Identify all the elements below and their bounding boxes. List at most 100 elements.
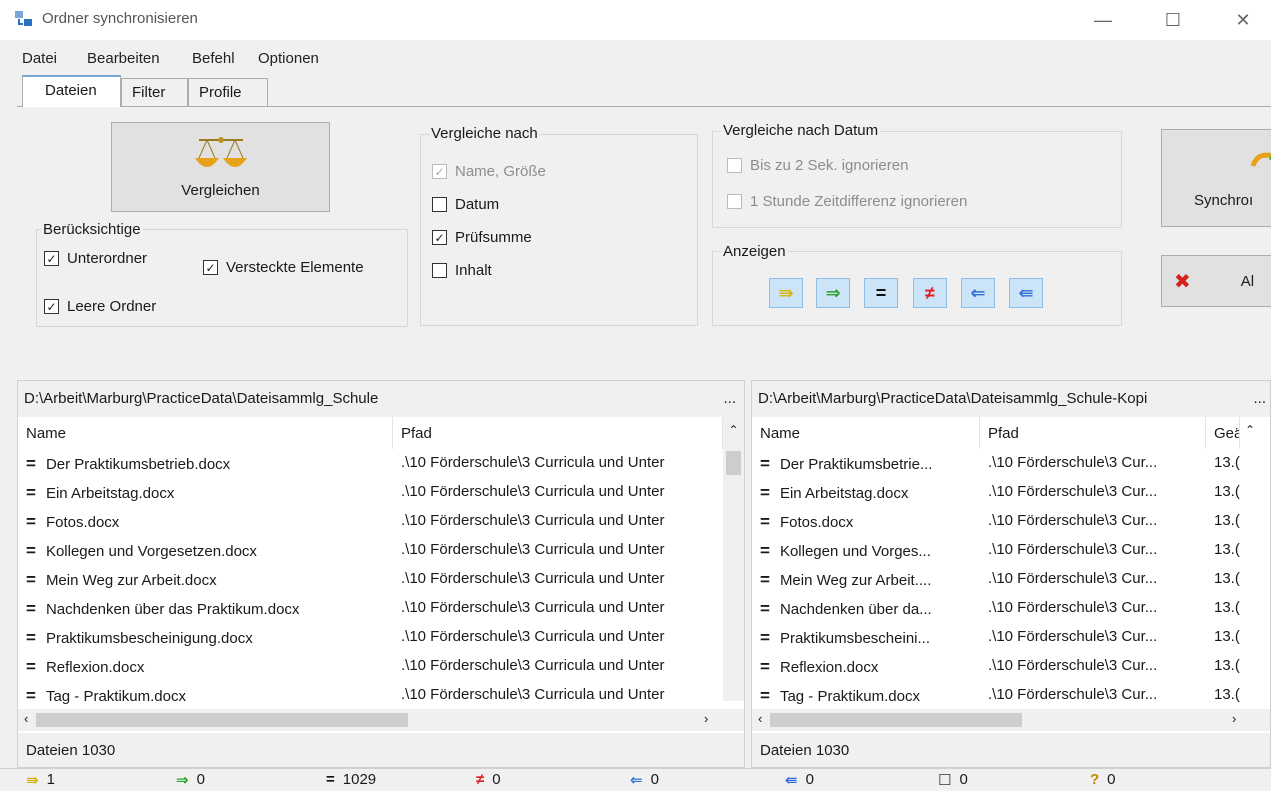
- table-row[interactable]: = Mein Weg zur Arbeit.docx .\10 Förderschu…: [18, 565, 744, 594]
- left-status: Dateien 1030: [18, 733, 744, 767]
- checkbox-checked-icon: ✓: [203, 260, 218, 275]
- right-hscroll-thumb[interactable]: [770, 713, 1022, 727]
- table-row[interactable]: = Kollegen und Vorges... .\10 Förderschule…: [752, 536, 1270, 565]
- changed-cell: 13.(: [1214, 570, 1240, 587]
- changed-cell: 13.(: [1214, 628, 1240, 645]
- left-browse-button[interactable]: ...: [723, 390, 736, 407]
- status-counter-value: 1: [46, 771, 55, 788]
- right-scroll-left-icon[interactable]: ‹: [758, 711, 762, 726]
- right-scroll-up-icon[interactable]: ⌃: [1240, 417, 1260, 449]
- show-copy-right-icon[interactable]: ⇒: [816, 278, 850, 308]
- path-cell: .\10 Förderschule\3 Curricula und Unter: [401, 570, 665, 587]
- date-label: Datum: [455, 196, 500, 213]
- show-label: Anzeigen: [721, 243, 788, 260]
- changed-cell: 13.(: [1214, 512, 1240, 529]
- file-name: Ein Arbeitstag.docx: [45, 485, 175, 502]
- table-row[interactable]: = Der Praktikumsbetrie... .\10 Förderschul…: [752, 449, 1270, 478]
- content-checkbox[interactable]: Inhalt: [432, 262, 492, 279]
- table-row[interactable]: = Ein Arbeitstag.docx .\10 Förderschule\3 …: [18, 478, 744, 507]
- tab-filter[interactable]: Filter: [121, 78, 188, 106]
- tab-dateien[interactable]: Dateien: [22, 75, 121, 107]
- left-col-path[interactable]: Pfad: [393, 417, 723, 449]
- compare-date-group: [712, 131, 1122, 228]
- name-cell: = Reflexion.docx: [18, 652, 393, 681]
- table-row[interactable]: = Fotos.docx .\10 Förderschule\3 Curricula…: [18, 507, 744, 536]
- close-button[interactable]: ✕: [1220, 0, 1266, 40]
- date-checkbox[interactable]: Datum: [432, 196, 499, 213]
- ignore-2s-checkbox: Bis zu 2 Sek. ignorieren: [727, 157, 908, 174]
- show-newer-left-icon[interactable]: ⇛: [769, 278, 803, 308]
- show-newer-right-icon[interactable]: ⇚: [1009, 278, 1043, 308]
- table-row[interactable]: = Reflexion.docx .\10 Förderschule\3 Cur..…: [752, 652, 1270, 681]
- table-row[interactable]: = Tag - Praktikum.docx .\10 Förderschule\3…: [18, 681, 744, 710]
- path-cell: .\10 Förderschule\3 Cur...: [988, 483, 1158, 500]
- menu-befehl[interactable]: Befehl: [192, 50, 235, 67]
- maximize-button[interactable]: ☐: [1150, 0, 1196, 40]
- menu-bearbeiten[interactable]: Bearbeiten: [87, 50, 160, 67]
- subfolders-label: Unterordner: [67, 250, 148, 267]
- hidden-elements-checkbox[interactable]: ✓ Versteckte Elemente: [203, 259, 364, 276]
- synchronize-button[interactable]: Synchroı: [1161, 129, 1271, 227]
- checksum-label: Prüfsumme: [455, 229, 532, 246]
- status-counter: ⇐ 0: [630, 771, 659, 789]
- left-scroll-right-icon[interactable]: ›: [704, 711, 708, 726]
- status-counter-value: 0: [492, 771, 501, 788]
- left-vertical-scrollbar[interactable]: [723, 449, 744, 701]
- right-browse-button[interactable]: ...: [1253, 390, 1266, 407]
- sync-folder-icon: [15, 11, 32, 26]
- table-row[interactable]: = Mein Weg zur Arbeit.... .\10 Förderschul…: [752, 565, 1270, 594]
- left-horizontal-scrollbar[interactable]: ‹ ›: [18, 709, 744, 731]
- show-equal-icon[interactable]: =: [864, 278, 898, 308]
- menu-datei[interactable]: Datei: [22, 50, 57, 67]
- table-row[interactable]: = Praktikumsbescheinigung.docx .\10 Förder…: [18, 623, 744, 652]
- right-col-changed[interactable]: Geä: [1206, 417, 1240, 449]
- right-col-path[interactable]: Pfad: [980, 417, 1206, 449]
- table-row[interactable]: = Nachdenken über das Praktikum.docx .\10 …: [18, 594, 744, 623]
- table-row[interactable]: = Reflexion.docx .\10 Förderschule\3 Curri…: [18, 652, 744, 681]
- scales-icon: [194, 136, 247, 167]
- file-name: Reflexion.docx: [45, 659, 145, 676]
- file-name: Fotos.docx: [45, 514, 120, 531]
- left-hscroll-thumb[interactable]: [36, 713, 408, 727]
- table-row[interactable]: = Ein Arbeitstag.docx .\10 Förderschule\3 …: [752, 478, 1270, 507]
- status-counter: = 1029: [326, 771, 376, 788]
- menu-optionen[interactable]: Optionen: [258, 50, 319, 67]
- file-name: Praktikumsbescheini...: [779, 630, 930, 647]
- checksum-checkbox[interactable]: ✓ Prüfsumme: [432, 229, 532, 246]
- tab-profile[interactable]: Profile: [188, 78, 268, 106]
- right-col-name[interactable]: Name: [752, 417, 980, 449]
- table-row[interactable]: = Der Praktikumsbetrieb.docx .\10 Fördersc…: [18, 449, 744, 478]
- show-copy-left-icon[interactable]: ⇐: [961, 278, 995, 308]
- abort-button[interactable]: ✖ Al: [1161, 255, 1271, 307]
- empty-folders-checkbox[interactable]: ✓ Leere Ordner: [44, 298, 156, 315]
- path-cell: .\10 Förderschule\3 Cur...: [988, 628, 1158, 645]
- subfolders-checkbox[interactable]: ✓ Unterordner: [44, 250, 147, 267]
- name-cell: = Nachdenken über da...: [752, 594, 980, 623]
- equal-status-icon: =: [26, 454, 36, 473]
- table-row[interactable]: = Nachdenken über da... .\10 Förderschule\…: [752, 594, 1270, 623]
- name-cell: = Kollegen und Vorgesetzen.docx: [18, 536, 393, 565]
- table-row[interactable]: = Kollegen und Vorgesetzen.docx .\10 Förde…: [18, 536, 744, 565]
- path-cell: .\10 Förderschule\3 Curricula und Unter: [401, 599, 665, 616]
- path-cell: .\10 Förderschule\3 Curricula und Unter: [401, 512, 665, 529]
- right-scroll-right-icon[interactable]: ›: [1232, 711, 1236, 726]
- left-scroll-up-icon[interactable]: ⌃: [723, 417, 744, 449]
- compare-button[interactable]: Vergleichen: [111, 122, 330, 212]
- file-name: Der Praktikumsbetrie...: [779, 456, 933, 473]
- table-row[interactable]: = Fotos.docx .\10 Förderschule\3 Cur... 13.…: [752, 507, 1270, 536]
- compare-date-label: Vergleiche nach Datum: [721, 122, 881, 139]
- table-row[interactable]: = Praktikumsbescheini... .\10 Förderschule…: [752, 623, 1270, 652]
- left-col-name[interactable]: Name: [18, 417, 393, 449]
- left-scroll-left-icon[interactable]: ‹: [24, 711, 28, 726]
- status-counter-icon: ?: [1090, 771, 1100, 788]
- minimize-button[interactable]: —: [1080, 0, 1126, 40]
- left-scroll-thumb[interactable]: [726, 451, 741, 475]
- sync-arrows-icon: [1250, 152, 1271, 167]
- table-row[interactable]: = Tag - Praktikum.docx .\10 Förderschule\3…: [752, 681, 1270, 710]
- name-cell: = Praktikumsbescheini...: [752, 623, 980, 652]
- right-file-pane: D:\Arbeit\Marburg\PracticeData\Dateisamm…: [751, 380, 1271, 768]
- file-name: Mein Weg zur Arbeit.docx: [45, 572, 217, 589]
- show-different-icon[interactable]: ≠: [913, 278, 947, 308]
- right-horizontal-scrollbar[interactable]: ‹ ›: [752, 709, 1270, 731]
- path-cell: .\10 Förderschule\3 Cur...: [988, 512, 1158, 529]
